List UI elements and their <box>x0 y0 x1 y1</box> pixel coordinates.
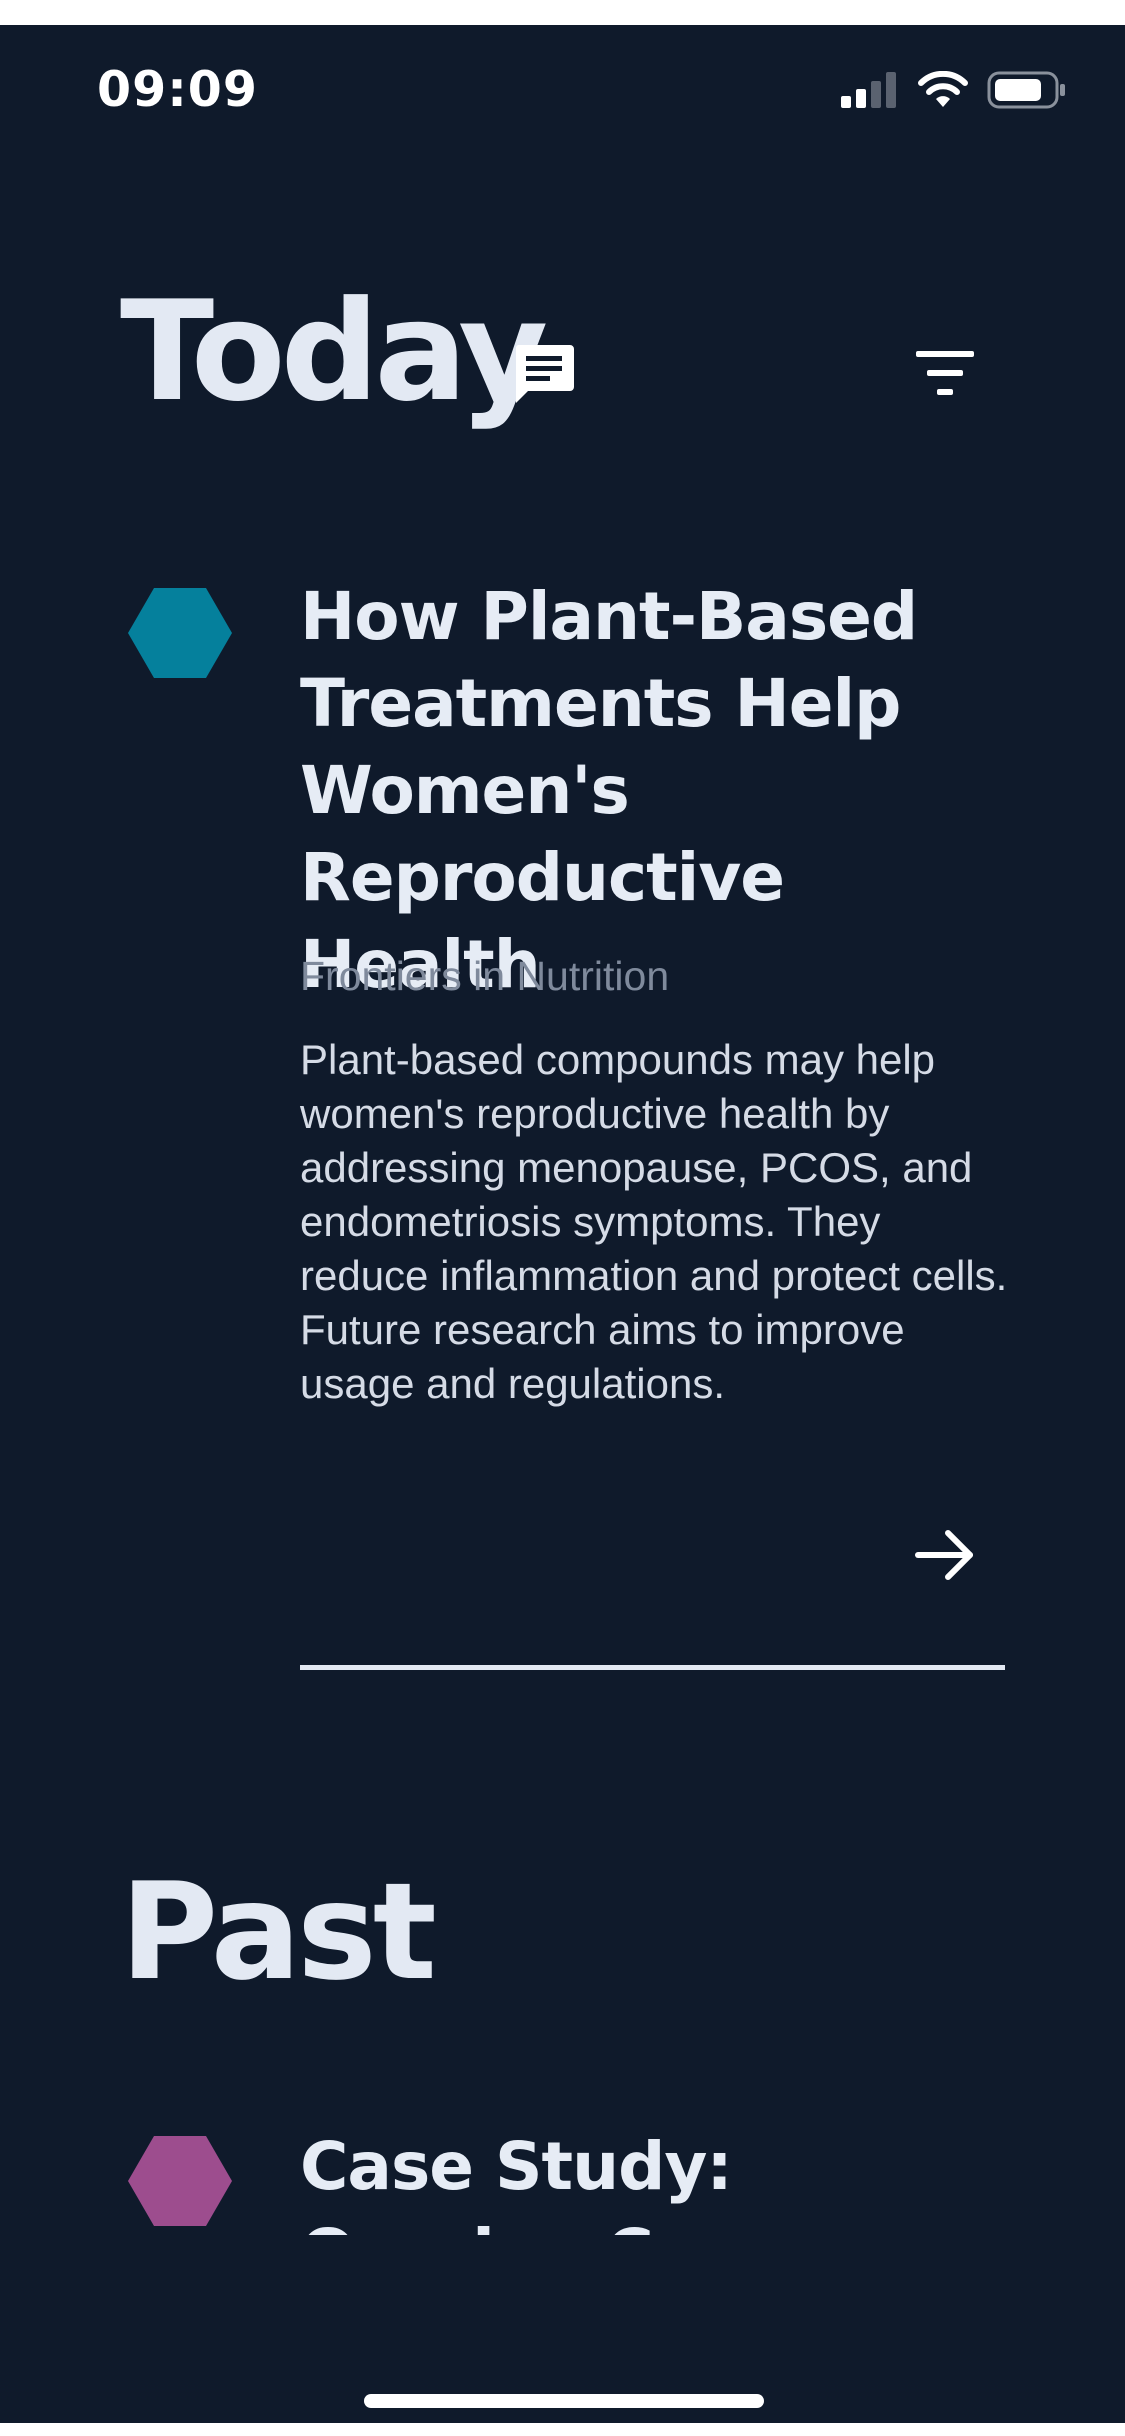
article-summary: Plant-based compounds may help women's r… <box>300 1036 1008 1407</box>
arrow-right-icon[interactable] <box>912 1525 978 1585</box>
cellular-signal-icon <box>841 72 896 108</box>
status-time: 09:09 <box>97 61 258 118</box>
chat-icon[interactable] <box>512 343 576 407</box>
wifi-icon <box>918 71 968 107</box>
article-source: Frontiers in Nutrition <box>300 953 670 999</box>
article-divider <box>300 1665 1005 1670</box>
app-screen: 09:09 Today How Plant-Based Treatments H… <box>0 25 1125 2423</box>
article-title[interactable]: How Plant-Based Treatments Help Women's … <box>300 573 1020 1008</box>
page-title: Today <box>120 271 548 432</box>
top-strip <box>0 0 1125 25</box>
status-icons <box>841 69 1067 111</box>
past-article-title[interactable]: Case Study: Ovarian Cancer Spreading to <box>300 2123 1020 2235</box>
article-marker-hexagon <box>128 588 232 678</box>
battery-icon <box>987 71 1065 109</box>
home-indicator[interactable] <box>364 2394 764 2408</box>
filter-icon[interactable] <box>910 343 980 403</box>
section-title-past: Past <box>120 1854 437 2010</box>
past-article-marker-hexagon <box>128 2136 232 2226</box>
past-article-item[interactable]: Case Study: Ovarian Cancer Spreading to <box>300 2123 1020 2235</box>
